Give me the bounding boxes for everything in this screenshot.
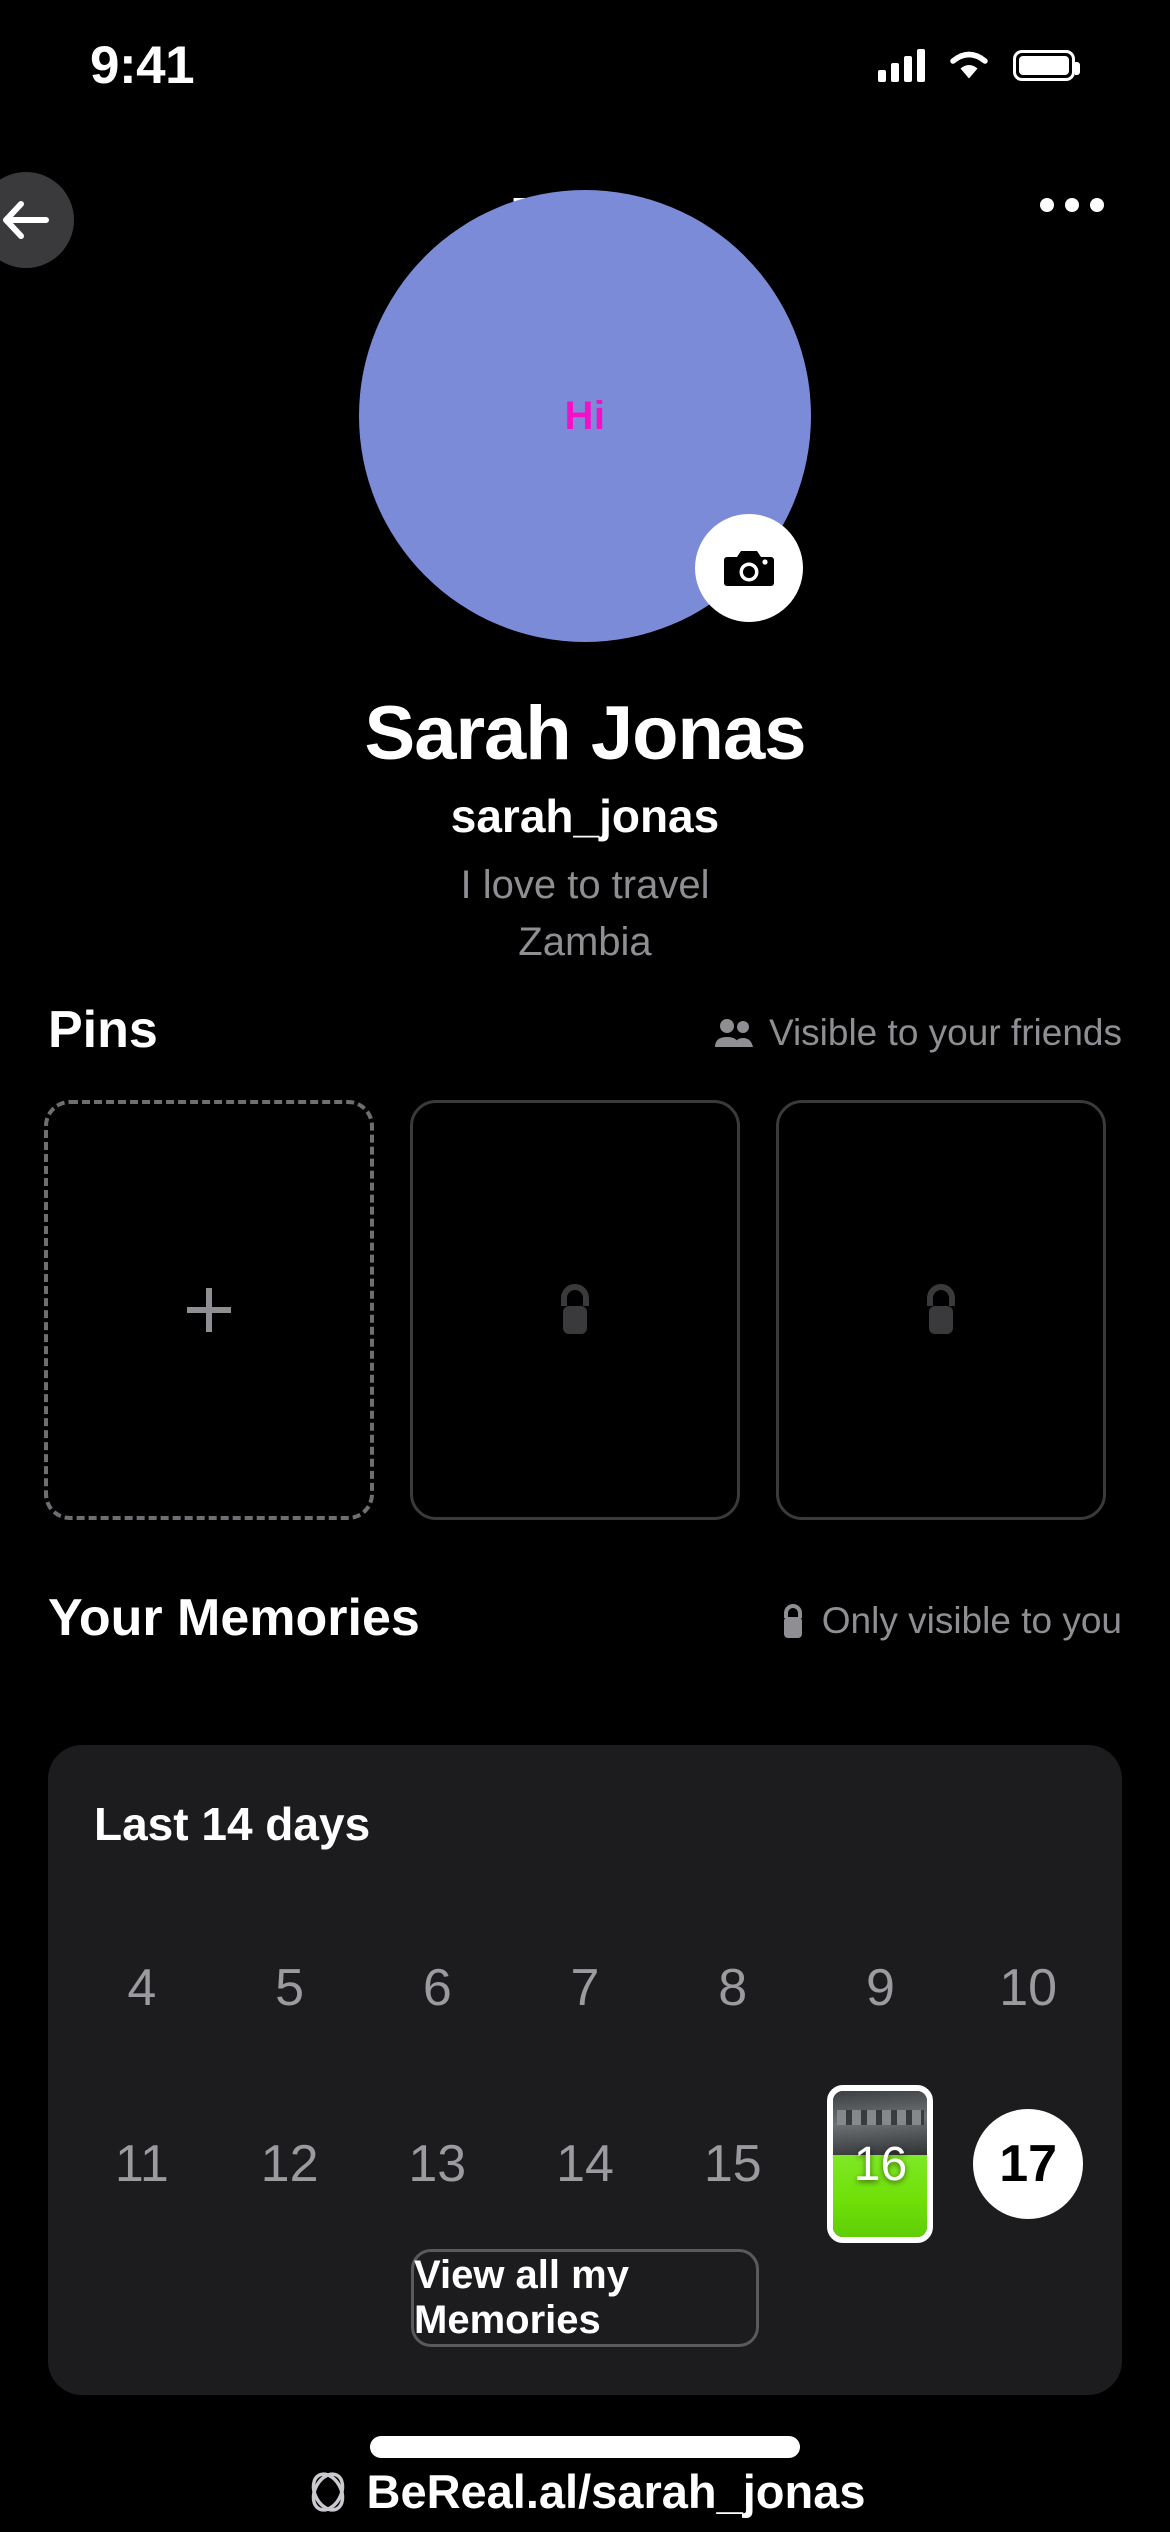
calendar-day[interactable]: 5 <box>216 1900 364 2076</box>
calendar-grid: 4 5 6 7 8 9 10 11 12 13 14 15 16 17 <box>68 1900 1102 2252</box>
bio-text: I love to travel <box>460 863 710 907</box>
calendar-day-with-memory[interactable]: 16 <box>807 2076 955 2252</box>
profile-screen: 9:41 Profile Hi <box>0 0 1170 2532</box>
profile-link[interactable]: BeReal.al/sarah_jonas <box>0 2464 1170 2519</box>
calendar-day[interactable]: 8 <box>659 1900 807 2076</box>
calendar-day[interactable]: 4 <box>68 1900 216 2076</box>
status-time: 9:41 <box>90 35 195 95</box>
calendar-day[interactable]: 9 <box>807 1900 955 2076</box>
calendar-day-label: 7 <box>570 1959 600 2017</box>
calendar-day-today[interactable]: 17 <box>954 2076 1102 2252</box>
calendar-day[interactable]: 13 <box>363 2076 511 2252</box>
calendar-row-2: 11 12 13 14 15 16 17 <box>68 2076 1102 2252</box>
pins-visibility-note: Visible to your friends <box>713 1012 1122 1060</box>
calendar-day-label: 13 <box>408 2135 467 2193</box>
lock-icon <box>927 1284 955 1334</box>
location-text: Zambia <box>518 920 652 964</box>
identity-block: Sarah Jonas sarah_jonas I love to travel… <box>0 690 1170 965</box>
calendar-day-label: 12 <box>260 2135 319 2193</box>
change-photo-button[interactable] <box>695 514 803 622</box>
memory-thumbnail[interactable]: 16 <box>827 2085 934 2243</box>
profile-link-label: BeReal.al/sarah_jonas <box>366 2465 866 2518</box>
pins-row <box>44 1100 1106 1520</box>
more-options-icon[interactable] <box>1040 198 1104 212</box>
calendar-day-label: 9 <box>865 1959 895 2017</box>
people-icon <box>714 1019 753 1047</box>
pins-section-header: Pins Visible to your friends <box>48 1000 1122 1060</box>
memories-visibility-note: Only visible to you <box>778 1600 1122 1648</box>
calendar-day[interactable]: 7 <box>511 1900 659 2076</box>
bereal-logo-icon <box>311 2471 344 2512</box>
status-bar: 9:41 <box>0 0 1170 130</box>
calendar-day-label: 11 <box>114 2135 169 2193</box>
memories-card: Last 14 days 4 5 6 7 8 9 10 11 12 13 14 … <box>48 1745 1122 2395</box>
pin-card-add[interactable] <box>44 1100 374 1520</box>
calendar-day-label: 15 <box>703 2135 762 2193</box>
memories-visibility-label: Only visible to you <box>821 1600 1122 1641</box>
status-icons <box>878 48 1080 82</box>
pins-visibility-label: Visible to your friends <box>768 1012 1122 1053</box>
footer: BeReal.al/sarah_jonas <box>0 2412 1170 2532</box>
calendar-day-label: 14 <box>556 2135 614 2193</box>
memories-section-header: Your Memories Only visible to you <box>48 1588 1122 1648</box>
pins-title: Pins <box>48 1001 158 1059</box>
calendar-day[interactable]: 12 <box>216 2076 364 2252</box>
calendar-day-label: 8 <box>718 1959 748 2017</box>
lock-icon <box>783 1604 802 1638</box>
cellular-bars-icon <box>878 48 925 82</box>
calendar-day-label: 5 <box>275 1959 305 2017</box>
calendar-day[interactable]: 10 <box>954 1900 1102 2076</box>
wifi-icon <box>950 51 988 78</box>
view-all-memories-button[interactable]: View all my Memories <box>411 2249 759 2347</box>
calendar-day[interactable]: 14 <box>511 2076 659 2252</box>
display-name: Sarah Jonas <box>364 691 807 776</box>
avatar-placeholder-text: Hi <box>564 393 606 438</box>
calendar-day-label: 16 <box>853 2137 908 2191</box>
home-indicator <box>370 2436 800 2458</box>
lock-icon <box>561 1284 589 1334</box>
today-badge: 17 <box>973 2109 1084 2219</box>
plus-icon <box>187 1288 231 1332</box>
pin-card-locked-1[interactable] <box>410 1100 740 1520</box>
battery-icon <box>1013 49 1080 81</box>
calendar-row-1: 4 5 6 7 8 9 10 <box>68 1900 1102 2076</box>
camera-icon <box>724 551 774 586</box>
calendar-day[interactable]: 6 <box>363 1900 511 2076</box>
calendar-day[interactable]: 15 <box>659 2076 807 2252</box>
calendar-day-label: 6 <box>422 1959 452 2017</box>
pin-card-locked-2[interactable] <box>776 1100 1106 1520</box>
username: sarah_jonas <box>450 790 720 842</box>
calendar-day[interactable]: 11 <box>68 2076 216 2252</box>
avatar-container: Hi <box>359 190 811 642</box>
memories-title: Your Memories <box>48 1589 420 1647</box>
calendar-day-label: 4 <box>127 1959 157 2017</box>
calendar-day-label: 10 <box>999 1959 1058 2017</box>
memories-card-title: Last 14 days <box>94 1798 371 1850</box>
